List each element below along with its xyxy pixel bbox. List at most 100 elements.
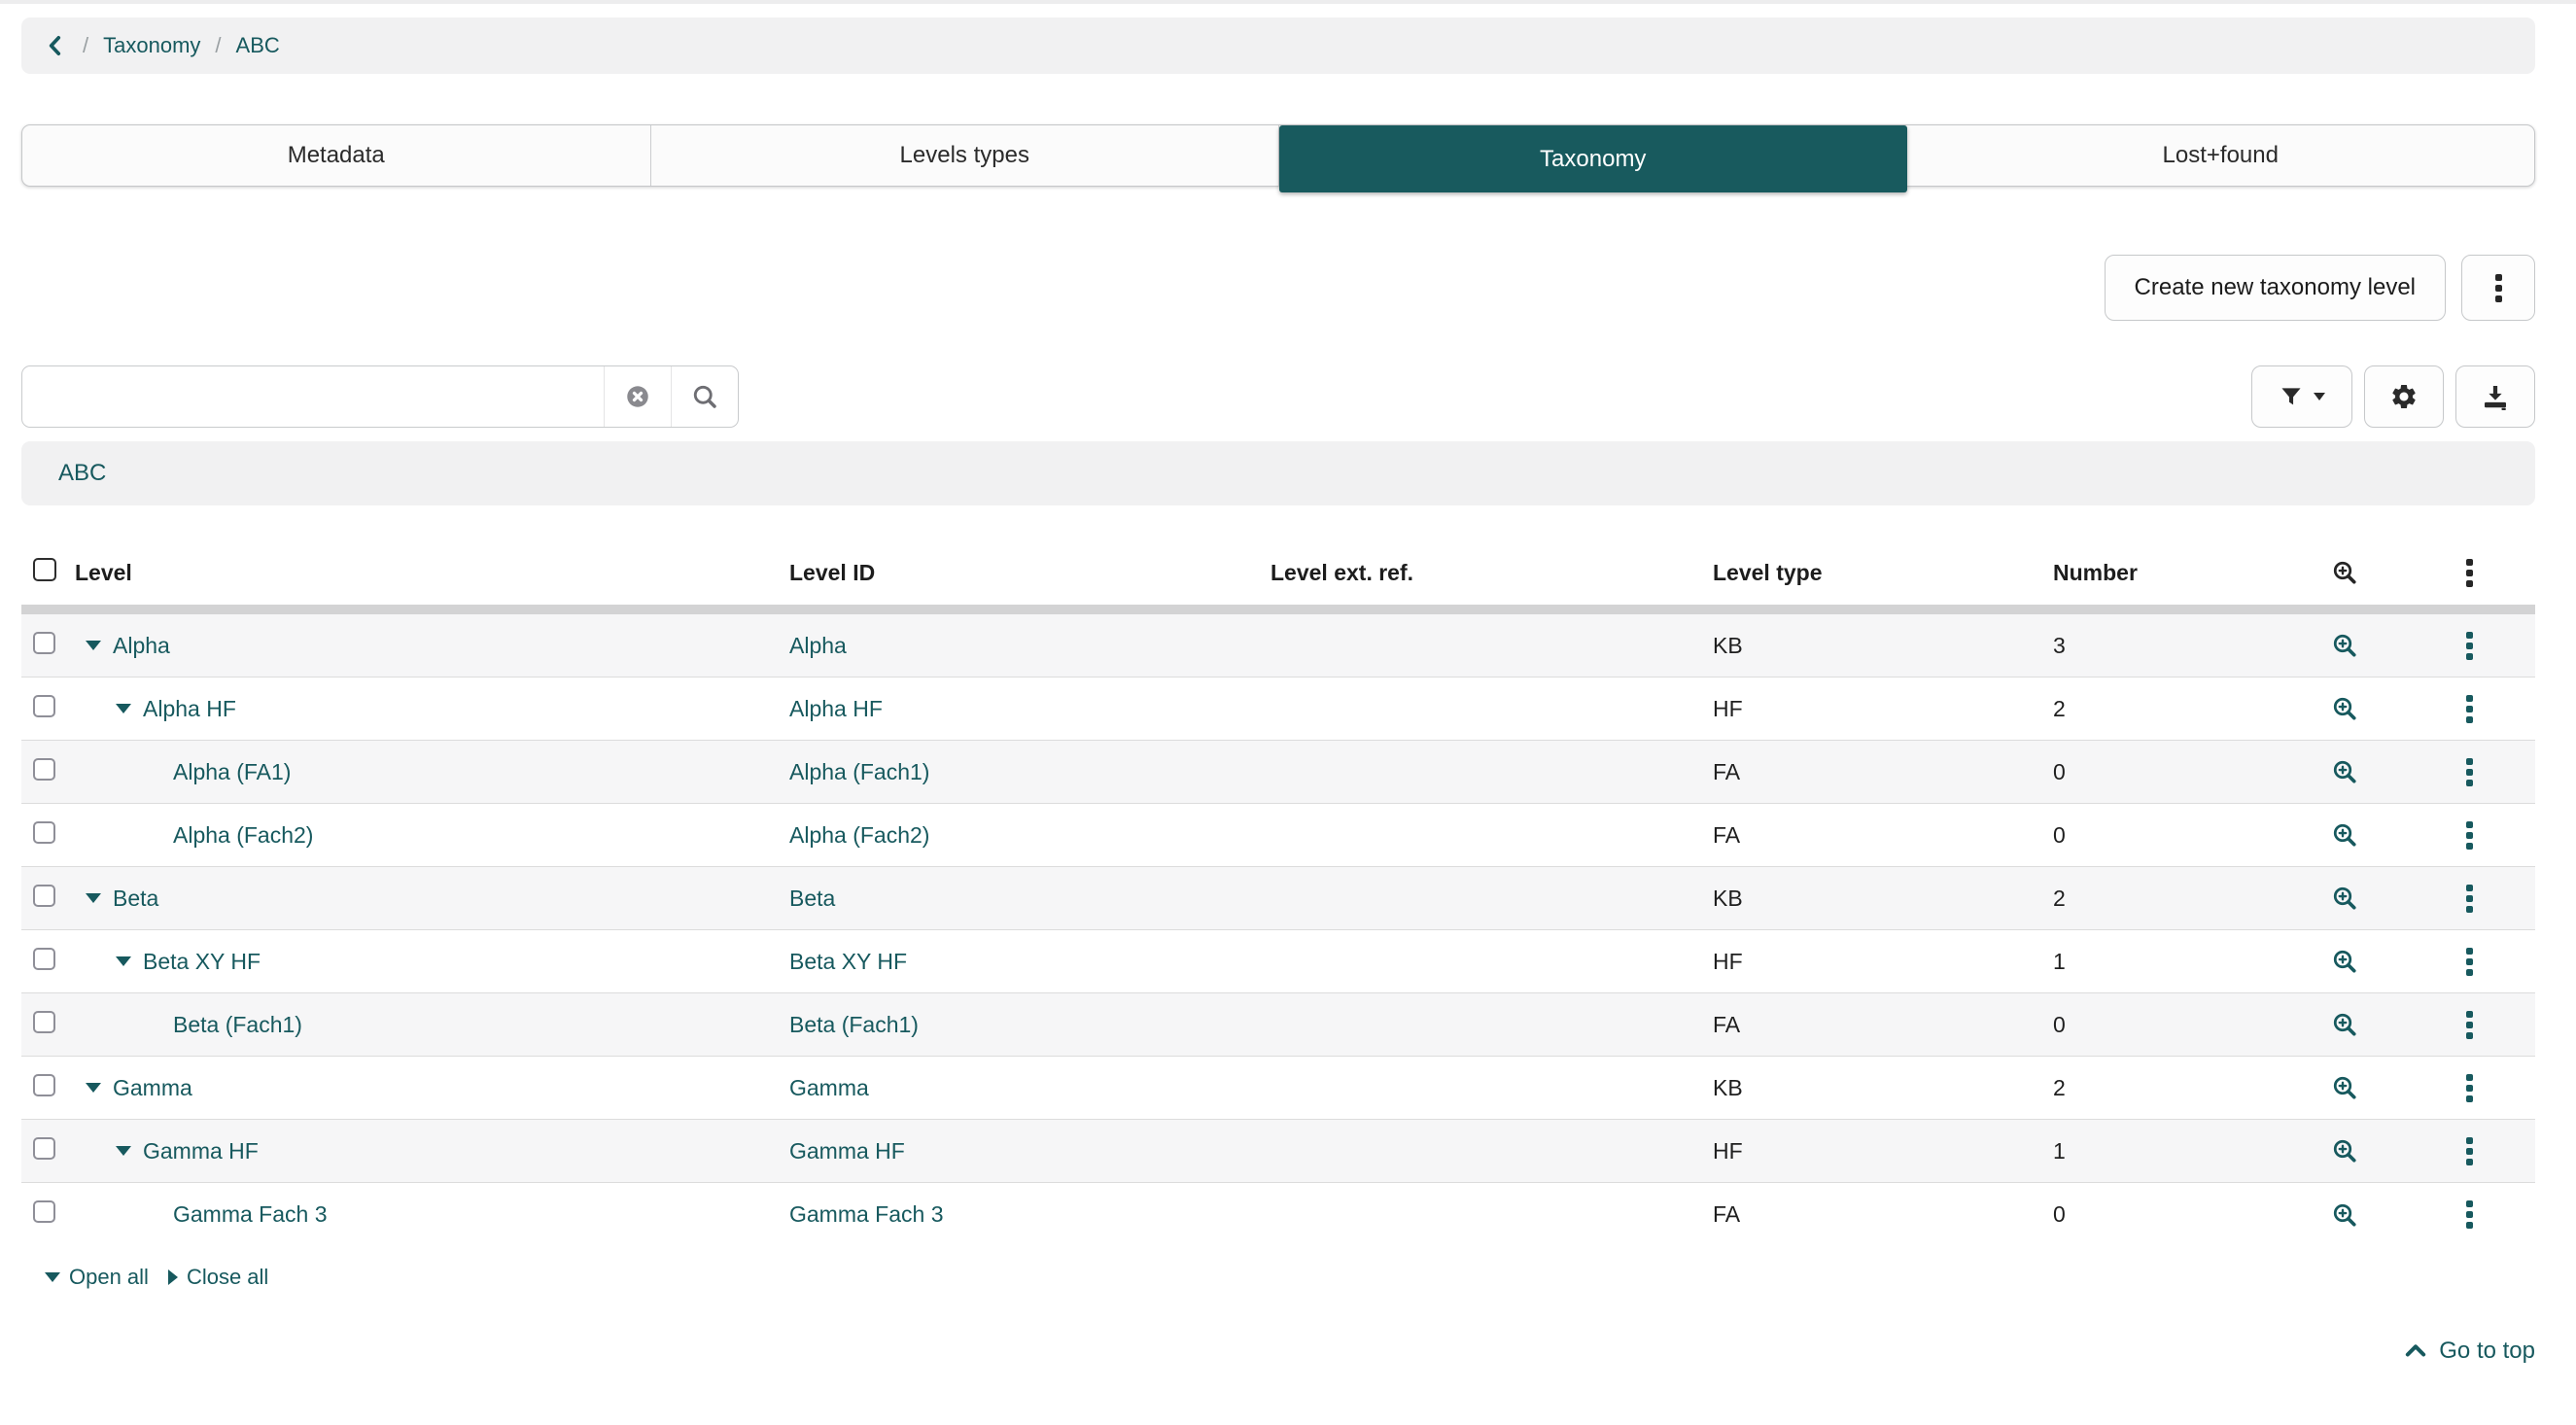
level-link[interactable]: Gamma HF bbox=[143, 1138, 259, 1164]
more-actions-button[interactable] bbox=[2461, 255, 2535, 321]
open-all-link[interactable]: Open all bbox=[45, 1265, 149, 1290]
level-id-link[interactable]: Gamma bbox=[789, 1075, 869, 1100]
column-header-ext-ref: Level ext. ref. bbox=[1271, 559, 1414, 585]
level-id-link[interactable]: Alpha (Fach1) bbox=[789, 759, 929, 784]
select-all-checkbox[interactable] bbox=[33, 558, 56, 581]
table-row[interactable]: Alpha Alpha KB 3 bbox=[21, 614, 2535, 678]
level-link[interactable]: Alpha (Fach2) bbox=[173, 822, 313, 849]
back-button[interactable] bbox=[43, 33, 68, 58]
row-menu-button[interactable] bbox=[2465, 694, 2473, 723]
row-checkbox[interactable] bbox=[33, 1136, 55, 1160]
row-checkbox[interactable] bbox=[33, 820, 55, 844]
table-row[interactable]: Beta (Fach1) Beta (Fach1) FA 0 bbox=[21, 993, 2535, 1057]
row-zoom-button[interactable] bbox=[2330, 884, 2359, 913]
tab-taxonomy[interactable]: Taxonomy bbox=[1279, 125, 1907, 192]
caret-down-icon[interactable] bbox=[86, 893, 101, 903]
row-checkbox[interactable] bbox=[33, 631, 55, 654]
tab-metadata[interactable]: Metadata bbox=[22, 125, 651, 186]
filter-button[interactable] bbox=[2251, 365, 2352, 428]
row-menu-button[interactable] bbox=[2465, 1136, 2473, 1165]
table-menu-button[interactable] bbox=[2465, 558, 2473, 587]
section-title: ABC bbox=[58, 460, 107, 486]
row-checkbox[interactable] bbox=[33, 757, 55, 781]
row-checkbox[interactable] bbox=[33, 694, 55, 717]
table-row[interactable]: Gamma HF Gamma HF HF 1 bbox=[21, 1120, 2535, 1183]
row-menu-button[interactable] bbox=[2465, 1200, 2473, 1229]
row-zoom-button[interactable] bbox=[2330, 820, 2359, 850]
row-zoom-button[interactable] bbox=[2330, 1010, 2359, 1039]
level-type-cell: FA bbox=[1713, 758, 1741, 784]
tab-levels-types[interactable]: Levels types bbox=[651, 125, 1279, 186]
row-checkbox[interactable] bbox=[33, 884, 55, 907]
row-menu-button[interactable] bbox=[2465, 631, 2473, 660]
row-zoom-button[interactable] bbox=[2330, 1136, 2359, 1165]
level-id-link[interactable]: Beta XY HF bbox=[789, 949, 907, 974]
row-zoom-button[interactable] bbox=[2330, 947, 2359, 976]
search-input[interactable] bbox=[22, 366, 604, 427]
caret-down-icon[interactable] bbox=[86, 641, 101, 650]
level-id-link[interactable]: Alpha HF bbox=[789, 696, 883, 721]
row-checkbox[interactable] bbox=[33, 1073, 55, 1096]
level-link[interactable]: Beta XY HF bbox=[143, 949, 261, 975]
kebab-icon bbox=[2465, 1073, 2473, 1102]
level-link[interactable]: Gamma Fach 3 bbox=[173, 1201, 328, 1228]
row-menu-button[interactable] bbox=[2465, 884, 2473, 913]
row-checkbox[interactable] bbox=[33, 1010, 55, 1033]
row-zoom-button[interactable] bbox=[2330, 757, 2359, 786]
level-link[interactable]: Beta bbox=[113, 886, 158, 912]
kebab-icon bbox=[2465, 631, 2473, 660]
table-row[interactable]: Alpha HF Alpha HF HF 2 bbox=[21, 678, 2535, 741]
row-zoom-button[interactable] bbox=[2330, 694, 2359, 723]
go-to-top-link[interactable]: Go to top bbox=[21, 1338, 2535, 1365]
caret-down-icon[interactable] bbox=[116, 1146, 131, 1156]
level-type-cell: FA bbox=[1713, 1201, 1741, 1227]
tab-lost-found[interactable]: Lost+found bbox=[1907, 125, 2535, 186]
level-id-link[interactable]: Alpha bbox=[789, 633, 847, 658]
zoom-in-icon bbox=[2333, 1139, 2356, 1163]
search-button[interactable] bbox=[671, 366, 738, 427]
level-id-link[interactable]: Beta (Fach1) bbox=[789, 1012, 919, 1037]
row-zoom-button[interactable] bbox=[2330, 631, 2359, 660]
table-row[interactable]: Beta XY HF Beta XY HF HF 1 bbox=[21, 930, 2535, 993]
zoom-in-icon bbox=[2333, 823, 2356, 847]
table-row[interactable]: Gamma Gamma KB 2 bbox=[21, 1057, 2535, 1120]
zoom-in-icon bbox=[2333, 886, 2356, 910]
level-link[interactable]: Gamma bbox=[113, 1075, 192, 1101]
table-zoom-button[interactable] bbox=[2330, 558, 2359, 587]
table-row[interactable]: Beta Beta KB 2 bbox=[21, 867, 2535, 930]
level-id-link[interactable]: Alpha (Fach2) bbox=[789, 822, 929, 848]
row-menu-button[interactable] bbox=[2465, 820, 2473, 850]
download-button[interactable] bbox=[2455, 365, 2535, 428]
level-link[interactable]: Beta (Fach1) bbox=[173, 1012, 302, 1038]
level-link[interactable]: Alpha HF bbox=[143, 696, 236, 722]
table-row[interactable]: Gamma Fach 3 Gamma Fach 3 FA 0 bbox=[21, 1183, 2535, 1246]
row-checkbox[interactable] bbox=[33, 1200, 55, 1223]
row-menu-button[interactable] bbox=[2465, 1010, 2473, 1039]
caret-down-icon[interactable] bbox=[116, 956, 131, 966]
caret-down-icon[interactable] bbox=[116, 704, 131, 713]
row-menu-button[interactable] bbox=[2465, 757, 2473, 786]
breadcrumb-item-abc[interactable]: ABC bbox=[236, 33, 280, 58]
caret-right-icon bbox=[167, 1269, 178, 1285]
create-taxonomy-level-button[interactable]: Create new taxonomy level bbox=[2104, 255, 2446, 321]
breadcrumb-item-taxonomy[interactable]: Taxonomy bbox=[103, 33, 200, 58]
close-all-link[interactable]: Close all bbox=[167, 1265, 268, 1290]
level-id-link[interactable]: Beta bbox=[789, 886, 835, 911]
row-zoom-button[interactable] bbox=[2330, 1073, 2359, 1102]
row-zoom-button[interactable] bbox=[2330, 1200, 2359, 1230]
table-row[interactable]: Alpha (FA1) Alpha (Fach1) FA 0 bbox=[21, 741, 2535, 804]
header-divider bbox=[21, 605, 2535, 614]
table-row[interactable]: Alpha (Fach2) Alpha (Fach2) FA 0 bbox=[21, 804, 2535, 867]
caret-down-icon[interactable] bbox=[86, 1083, 101, 1093]
level-id-link[interactable]: Gamma Fach 3 bbox=[789, 1201, 944, 1227]
settings-button[interactable] bbox=[2364, 365, 2444, 428]
clear-search-button[interactable] bbox=[604, 366, 671, 427]
section-bar: ABC bbox=[21, 441, 2535, 505]
level-link[interactable]: Alpha (FA1) bbox=[173, 759, 291, 785]
table-body: Alpha Alpha KB 3 Alpha HF Alpha HF HF 2 bbox=[21, 614, 2535, 1246]
level-id-link[interactable]: Gamma HF bbox=[789, 1138, 905, 1164]
row-checkbox[interactable] bbox=[33, 947, 55, 970]
row-menu-button[interactable] bbox=[2465, 947, 2473, 976]
level-link[interactable]: Alpha bbox=[113, 633, 170, 659]
row-menu-button[interactable] bbox=[2465, 1073, 2473, 1102]
